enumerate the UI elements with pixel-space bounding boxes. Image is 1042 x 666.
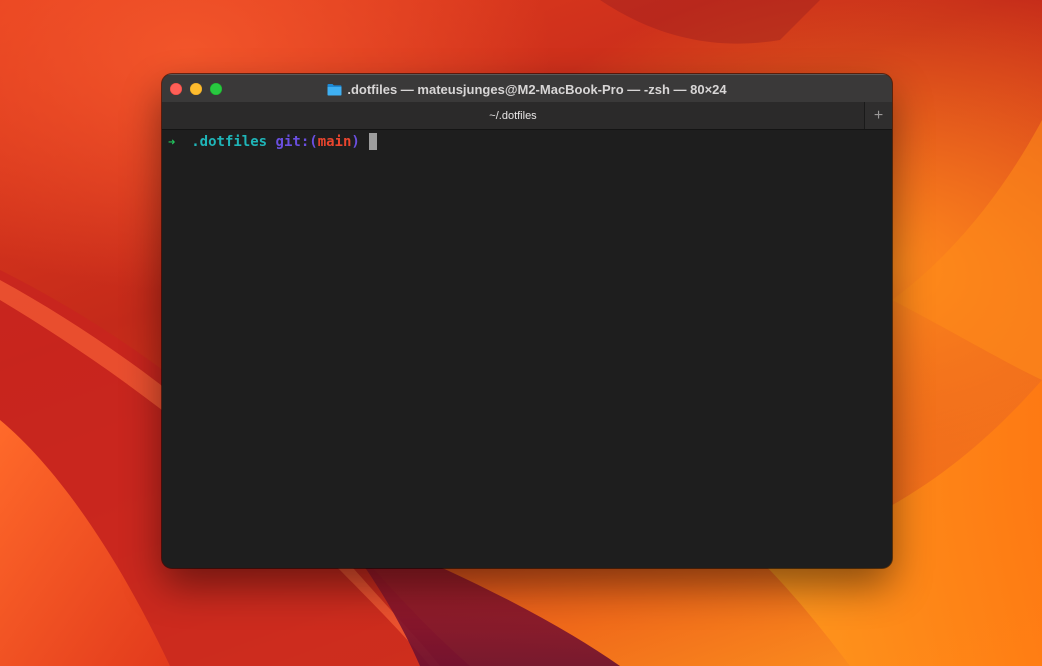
folder-icon — [327, 83, 342, 95]
terminal-window: .dotfiles — mateusjunges@M2-MacBook-Pro … — [162, 74, 892, 568]
new-tab-button[interactable]: + — [864, 102, 892, 129]
desktop-wallpaper: .dotfiles — mateusjunges@M2-MacBook-Pro … — [0, 0, 1042, 666]
terminal-content[interactable]: ➜ .dotfiles git:(main) — [162, 130, 892, 568]
tab-bar: ~/.dotfiles + — [162, 102, 892, 130]
prompt-line: ➜ .dotfiles git:(main) — [168, 132, 892, 151]
window-title: .dotfiles — mateusjunges@M2-MacBook-Pro … — [347, 81, 727, 97]
prompt-git-suffix: ) — [351, 133, 360, 150]
tab-label: ~/.dotfiles — [489, 109, 537, 122]
tab-dotfiles[interactable]: ~/.dotfiles — [162, 102, 864, 129]
title-bar[interactable]: .dotfiles — mateusjunges@M2-MacBook-Pro … — [162, 74, 892, 102]
prompt-git-branch: main — [317, 133, 352, 150]
plus-icon: + — [873, 106, 884, 124]
window-title-container: .dotfiles — mateusjunges@M2-MacBook-Pro … — [162, 75, 892, 103]
prompt-git-prefix: git:( — [275, 133, 318, 150]
text-cursor — [368, 133, 377, 150]
prompt-directory: .dotfiles — [191, 133, 268, 150]
prompt-arrow-icon: ➜ — [168, 134, 176, 149]
